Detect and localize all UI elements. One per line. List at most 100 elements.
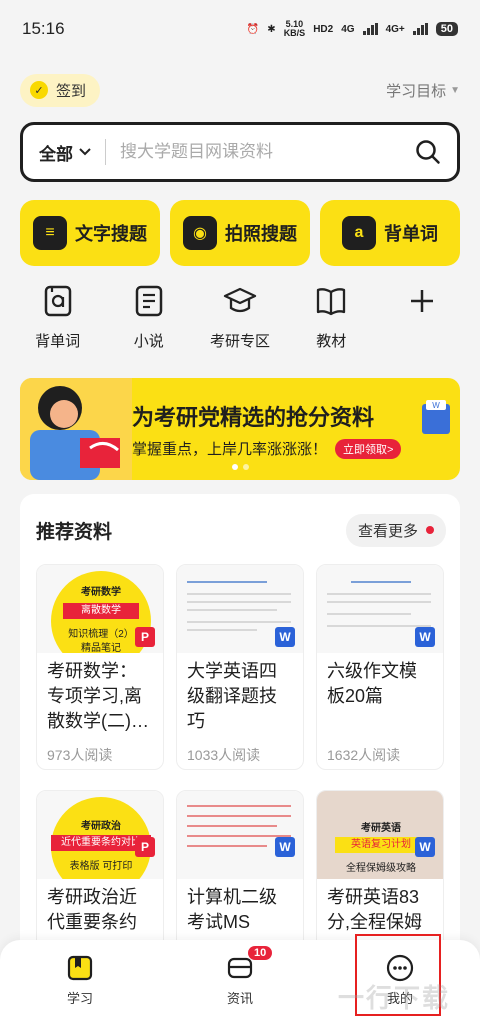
category-select[interactable]: 全部	[39, 140, 91, 165]
tab-study[interactable]: 学习	[0, 940, 160, 1020]
graduate-cap-icon	[223, 284, 257, 318]
text-line	[187, 601, 291, 603]
tab-label: 资讯	[226, 990, 253, 1006]
doc-title: 六级作文模板20篇	[327, 661, 417, 706]
recommend-title: 推荐资料	[36, 521, 113, 543]
banner-cta-button[interactable]: 立即领取>	[335, 438, 402, 459]
novel-icon	[132, 284, 166, 318]
thumb-top-text: 考研数学	[81, 587, 121, 598]
promo-banner[interactable]: 为考研党精选的抢分资料 掌握重点，上岸几率涨涨涨！ 立即领取> W	[20, 378, 460, 480]
checkin-button[interactable]: ✓ 签到	[20, 73, 101, 107]
recommend-header: 推荐资料 查看更多	[36, 512, 446, 548]
doc-thumbnail: W	[317, 565, 443, 653]
thumb-top-text: 考研英语	[361, 823, 401, 834]
tab-news[interactable]: 资讯 10	[160, 940, 320, 1020]
status-bar: 15:16 ⏰ ✱ 5.10 KB/S HD2 4G 4G+ 50	[0, 0, 480, 58]
battery-icon: 50	[435, 22, 458, 36]
text-line	[351, 581, 411, 583]
doc-card[interactable]: W 大学英语四级翻译题技巧 1033人阅读	[176, 564, 304, 770]
search-input[interactable]	[120, 142, 415, 162]
page-dot-active	[232, 464, 238, 470]
category-label: 全部	[39, 144, 73, 164]
red-dot-indicator	[426, 526, 434, 534]
search-bar: 全部	[20, 122, 460, 182]
goal-label: 学习目标	[386, 82, 447, 100]
page-dot	[243, 464, 249, 470]
doc-thumbnail: 考研英语 英语复习计划 全程保姆级攻略 W	[317, 791, 443, 879]
doc-reads: 973人阅读	[47, 747, 113, 763]
quick-item-add[interactable]	[377, 284, 468, 351]
photo-search-button[interactable]: ◉ 拍照搜题	[170, 200, 310, 266]
text-line	[187, 593, 291, 595]
text-line	[187, 629, 257, 631]
camera-icon: ◉	[183, 216, 217, 250]
net-speed: 5.10 KB/S	[283, 19, 306, 38]
text-line	[327, 593, 431, 595]
text-line	[187, 609, 277, 611]
quick-item-vocab[interactable]: 背单词	[12, 284, 103, 351]
signal-icon	[362, 23, 378, 35]
thumb-top-text: 考研政治	[81, 821, 121, 832]
pdf-icon: P	[135, 837, 155, 857]
text-search-icon: ≡	[33, 216, 67, 250]
book-icon	[66, 954, 94, 982]
text-line	[187, 805, 291, 807]
thumb-chip: 离散数学	[63, 603, 139, 619]
plus-icon	[405, 284, 439, 318]
banner-pagination	[232, 464, 249, 470]
doc-grid: 考研数学 离散数学 知识梳理（2） 精品笔记 P 考研数学：专项学习,离散数学(…	[36, 564, 448, 996]
doc-reads: 1632人阅读	[327, 747, 401, 763]
tab-label: 学习	[66, 990, 93, 1006]
quick-label: 背单词	[35, 333, 81, 350]
vocab-label: 背单词	[384, 224, 438, 244]
thumb-sub-text: 全程保姆级攻略	[346, 863, 416, 874]
status-time: 15:16	[22, 19, 65, 38]
quick-item-novel[interactable]: 小说	[103, 284, 194, 351]
doc-reads: 1033人阅读	[187, 747, 261, 763]
status-icons: ⏰ ✱ 5.10 KB/S HD2 4G 4G+ 50	[247, 20, 458, 38]
doc-thumbnail: W	[177, 791, 303, 879]
doc-card[interactable]: 考研数学 离散数学 知识梳理（2） 精品笔记 P 考研数学：专项学习,离散数学(…	[36, 564, 164, 770]
banner-subtitle: 掌握重点，上岸几率涨涨涨！	[132, 441, 328, 458]
doc-card[interactable]: W 六级作文模板20篇 1632人阅读	[316, 564, 444, 770]
quick-item-textbook[interactable]: 教材	[286, 284, 377, 351]
quick-label: 考研专区	[210, 333, 271, 350]
quick-label: 教材	[316, 333, 347, 350]
word-doc-icon: W	[275, 627, 295, 647]
chevron-down-icon	[79, 148, 91, 156]
text-search-label: 文字搜题	[75, 224, 147, 244]
text-line	[187, 581, 267, 583]
doc-title: 考研数学：专项学习,离散数学(二)…	[47, 661, 149, 731]
word-book-icon	[41, 284, 75, 318]
hd-icon: HD2	[313, 23, 334, 35]
banner-subtitle-row: 掌握重点，上岸几率涨涨涨！ 立即领取>	[132, 438, 402, 459]
vocab-button[interactable]: a 背单词	[320, 200, 460, 266]
student-illustration-icon	[20, 378, 132, 480]
signal2-icon	[412, 23, 428, 35]
svg-text:W: W	[432, 401, 440, 410]
thumb-chip: 英语复习计划	[335, 837, 427, 853]
word-doc-icon: W	[275, 837, 295, 857]
text-line	[187, 815, 291, 817]
view-more-button[interactable]: 查看更多	[345, 513, 446, 547]
study-goal-dropdown[interactable]: 学习目标 ▼	[386, 80, 460, 101]
text-search-button[interactable]: ≡ 文字搜题	[20, 200, 160, 266]
search-divider	[105, 139, 106, 165]
doc-title: 大学英语四级翻译题技巧	[187, 661, 277, 731]
text-line	[187, 825, 277, 827]
bluetooth-icon: ✱	[267, 23, 276, 35]
quick-item-kaoyan[interactable]: 考研专区	[194, 284, 285, 351]
search-icon[interactable]	[415, 139, 441, 165]
quick-label: 小说	[133, 333, 164, 350]
net1-label: 4G	[341, 23, 355, 35]
doc-thumbnail: 考研政治 近代重要条约对比 表格版 可打印 P	[37, 791, 163, 879]
doc-thumbnail: 考研数学 离散数学 知识梳理（2） 精品笔记 P	[37, 565, 163, 653]
word-doc-icon: W	[415, 627, 435, 647]
top-bar: ✓ 签到 学习目标 ▼	[20, 72, 460, 108]
pdf-icon: P	[135, 627, 155, 647]
text-line	[327, 613, 411, 615]
book-illustration-icon: W	[422, 400, 450, 434]
highlight-box	[355, 934, 441, 1016]
view-more-label: 查看更多	[357, 522, 418, 540]
text-line	[187, 845, 267, 847]
